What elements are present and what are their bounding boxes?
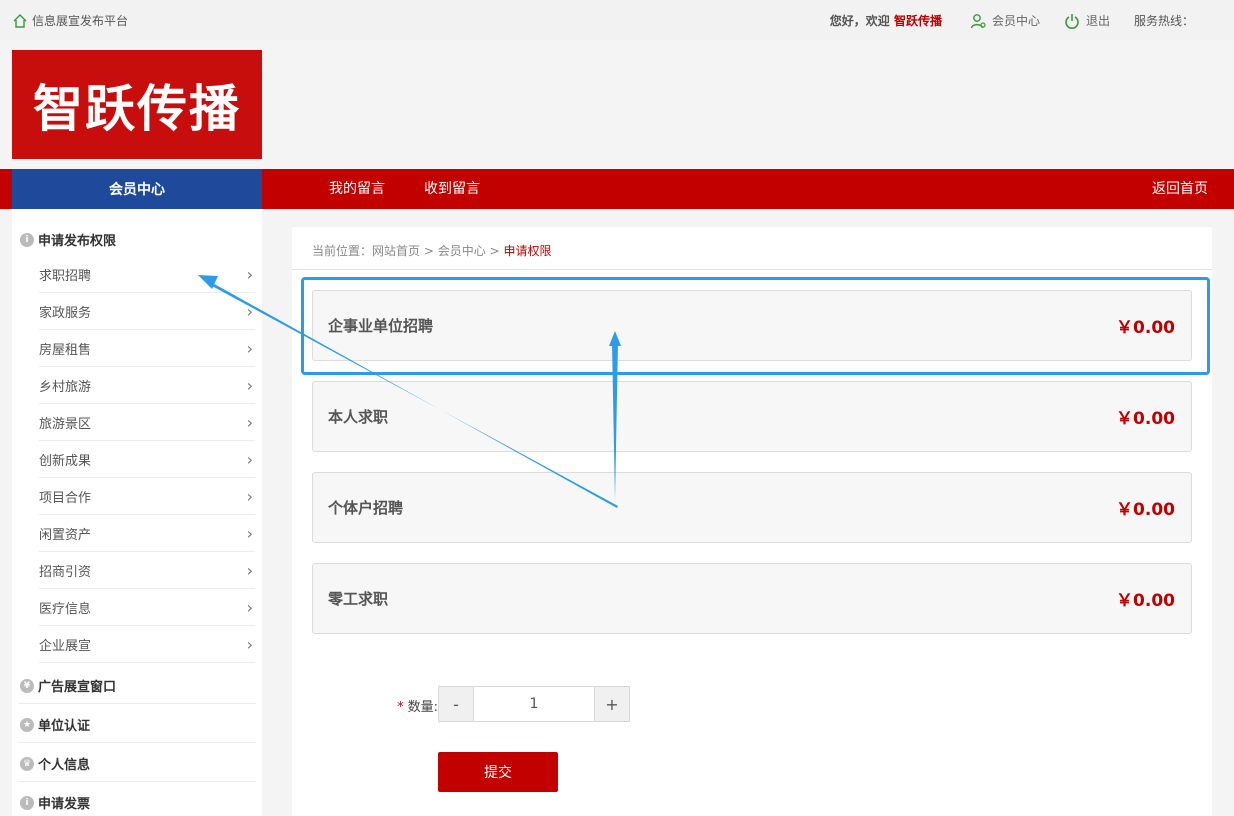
divider <box>292 269 1212 270</box>
sidebar: i 申请发布权限 求职招聘 › 家政服务 › 房屋租售 › 乡村旅游 › 旅游景区 › 创… <box>12 209 262 816</box>
breadcrumb: 当前位置：网站首页 > 会员中心 > 申请权限 <box>312 244 552 258</box>
chevron-right-icon: › <box>246 486 253 506</box>
quantity-row: *数量: - + <box>373 686 630 722</box>
info-icon: i <box>20 232 34 247</box>
main-nav: 会员中心 我的留言 收到留言 返回首页 <box>0 169 1234 209</box>
divider <box>18 742 256 743</box>
sidebar-item-housing[interactable]: 房屋租售 › <box>39 330 255 367</box>
sidebar-item-cooperation[interactable]: 项目合作 › <box>39 478 255 515</box>
yen-icon: ¥ <box>20 678 34 693</box>
divider <box>18 703 256 704</box>
user-icon <box>970 13 986 28</box>
option-card-odd-job[interactable]: 零工求职 ￥0.00 <box>312 563 1192 634</box>
option-card-individual-recruit[interactable]: 个体户招聘 ￥0.00 <box>312 472 1192 543</box>
star-icon: ★ <box>20 717 34 732</box>
member-center-link[interactable]: 会员中心 <box>970 12 1040 29</box>
sidebar-item-medical[interactable]: 医疗信息 › <box>39 589 255 626</box>
divider <box>18 781 256 782</box>
service-hotline: 服务热线： <box>1133 14 1194 28</box>
quantity-input[interactable] <box>474 686 594 722</box>
chevron-right-icon: › <box>246 597 253 617</box>
chevron-right-icon: › <box>246 560 253 580</box>
quantity-label: * 数量: <box>397 700 438 715</box>
nav-my-messages[interactable]: 我的留言 <box>329 169 385 209</box>
greeting: 您好，欢迎 智跃传播 <box>829 14 942 28</box>
sidebar-item-rural-tourism[interactable]: 乡村旅游 › <box>39 367 255 404</box>
chevron-right-icon: › <box>246 375 253 395</box>
annotation-highlight-box <box>301 277 1210 375</box>
sidebar-section-ad-window[interactable]: ¥ 广告展宣窗口 <box>20 676 116 695</box>
nav-member-center[interactable]: 会员中心 <box>12 169 262 209</box>
home-icon <box>13 13 27 28</box>
site-logo[interactable]: 智跃传播 <box>12 50 262 159</box>
sidebar-section-unit-cert[interactable]: ★ 单位认证 <box>20 715 90 734</box>
option-card-personal-job[interactable]: 本人求职 ￥0.00 <box>312 381 1192 452</box>
chevron-right-icon: › <box>246 523 253 543</box>
breadcrumb-member[interactable]: 会员中心 <box>438 244 486 258</box>
chevron-right-icon: › <box>246 412 253 432</box>
chevron-right-icon: › <box>246 301 253 321</box>
breadcrumb-home[interactable]: 网站首页 <box>372 244 420 258</box>
sidebar-item-innovation[interactable]: 创新成果 › <box>39 441 255 478</box>
sidebar-item-idle-assets[interactable]: 闲置资产 › <box>39 515 255 552</box>
sidebar-section-personal-info[interactable]: ♛ 个人信息 <box>20 754 90 773</box>
sidebar-item-investment[interactable]: 招商引资 › <box>39 552 255 589</box>
top-bar: 信息展宣发布平台 您好，欢迎 智跃传播 会员中心 退出 服务热线： <box>0 0 1234 40</box>
home-label: 信息展宣发布平台 <box>32 14 129 28</box>
increment-button[interactable]: + <box>594 686 630 722</box>
quantity-stepper: - + <box>438 686 630 722</box>
chevron-right-icon: › <box>246 449 253 469</box>
sidebar-item-jobs[interactable]: 求职招聘 › <box>39 256 255 293</box>
user-name[interactable]: 智跃传播 <box>894 14 942 28</box>
power-icon <box>1065 13 1079 29</box>
breadcrumb-current: 申请权限 <box>503 244 552 258</box>
sidebar-section-invoice[interactable]: i 申请发票 <box>20 793 90 812</box>
sidebar-item-scenic-spots[interactable]: 旅游景区 › <box>39 404 255 441</box>
logout-link[interactable]: 退出 <box>1064 12 1110 29</box>
sidebar-item-housekeeping[interactable]: 家政服务 › <box>39 293 255 330</box>
chevron-right-icon: › <box>246 264 253 284</box>
nav-back-home[interactable]: 返回首页 <box>1152 169 1208 209</box>
home-link[interactable]: 信息展宣发布平台 <box>12 12 128 29</box>
sidebar-section-apply-permission[interactable]: i 申请发布权限 <box>20 230 116 249</box>
nav-received-messages[interactable]: 收到留言 <box>424 169 480 209</box>
decrement-button[interactable]: - <box>438 686 474 722</box>
crown-icon: ♛ <box>20 756 34 771</box>
submit-button[interactable]: 提交 <box>438 752 558 792</box>
sidebar-item-enterprise[interactable]: 企业展宣 › <box>39 626 255 663</box>
header: 智跃传播 <box>0 40 1234 169</box>
chevron-right-icon: › <box>246 338 253 358</box>
info-icon: i <box>20 795 34 810</box>
chevron-right-icon: › <box>246 634 253 654</box>
